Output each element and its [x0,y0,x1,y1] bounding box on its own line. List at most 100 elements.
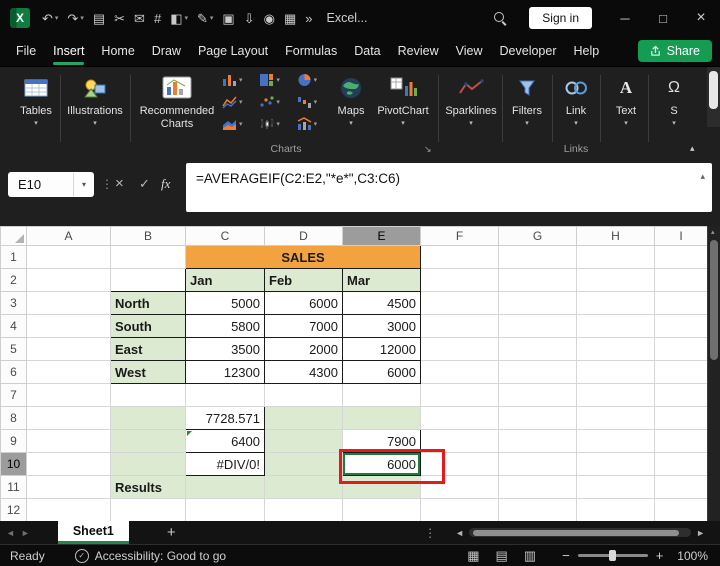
cell-H7[interactable] [576,383,655,407]
cell-A1[interactable] [26,245,111,269]
row-header-4[interactable]: 4 [0,314,27,338]
cell-B8[interactable] [110,406,186,430]
cell-C5[interactable]: 3500 [185,337,265,361]
cell-H11[interactable] [576,475,655,499]
pen-icon[interactable]: ✎ ▾ [197,12,213,25]
cell-D7[interactable] [264,383,343,407]
area-chart-button[interactable]: ▾ [222,117,253,131]
menu-tab-developer[interactable]: Developer [500,40,557,62]
cell-H4[interactable] [576,314,655,338]
cell-G11[interactable] [498,475,577,499]
column-header-A[interactable]: A [26,226,111,246]
formula-bar-dots-icon[interactable]: ⋮ [101,177,113,191]
cell-E3[interactable]: 4500 [342,291,421,315]
cell-B5[interactable]: East [110,337,186,361]
row-header-2[interactable]: 2 [0,268,27,292]
cell-F2[interactable] [420,268,499,292]
cell-I7[interactable] [654,383,708,407]
menu-tab-data[interactable]: Data [354,40,380,62]
cell-D10[interactable] [264,452,343,476]
collapse-ribbon-icon[interactable]: ▴ [690,143,695,154]
number-format-icon[interactable]: # [154,12,161,25]
cell-C3[interactable]: 5000 [185,291,265,315]
sheet-nav-right-icon[interactable]: ► [21,528,30,538]
cell-I6[interactable] [654,360,708,384]
menu-tab-help[interactable]: Help [574,40,600,62]
cell-E7[interactable] [342,383,421,407]
cell-B4[interactable]: South [110,314,186,338]
row-header-12[interactable]: 12 [0,498,27,521]
cell-I2[interactable] [654,268,708,292]
cell-C8[interactable]: 7728.571 [185,406,265,430]
cell-E10[interactable]: 6000 [342,452,421,476]
cell-I10[interactable] [654,452,708,476]
menu-tab-draw[interactable]: Draw [152,40,181,62]
cell-A10[interactable] [26,452,111,476]
cell-B10[interactable] [110,452,186,476]
cell-H3[interactable] [576,291,655,315]
cell-G8[interactable] [498,406,577,430]
menu-tab-page-layout[interactable]: Page Layout [198,40,268,62]
cell-D3[interactable]: 6000 [264,291,343,315]
cell-C11[interactable] [185,475,265,499]
cell-F7[interactable] [420,383,499,407]
cell-A12[interactable] [26,498,111,521]
column-header-E[interactable]: E [342,226,421,246]
add-sheet-button[interactable]: + [167,524,176,541]
name-box[interactable]: E10 ▾ [8,172,94,197]
cell-D8[interactable] [264,406,343,430]
page-layout-view-icon[interactable]: ▤ [496,548,508,564]
cell-I3[interactable] [654,291,708,315]
column-header-H[interactable]: H [576,226,655,246]
tabbar-dots-icon[interactable]: ⋮ [424,526,436,540]
cell-C9[interactable]: 6400 [185,429,265,453]
cell-I11[interactable] [654,475,708,499]
cell-F1[interactable] [420,245,499,269]
row-header-9[interactable]: 9 [0,429,27,453]
zoom-in-button[interactable]: + [656,548,664,563]
insert-function-button[interactable]: fx [161,176,170,192]
line-chart-button[interactable]: ▾ [222,95,253,109]
cell-H12[interactable] [576,498,655,521]
formula-bar-expand-icon[interactable]: ▴ [700,171,705,182]
combo-chart-button[interactable]: ▾ [297,117,328,131]
cell-F8[interactable] [420,406,499,430]
camera-icon[interactable]: ◉ [264,12,275,25]
cell-I1[interactable] [654,245,708,269]
copy-icon[interactable]: ▣ [222,12,234,25]
menu-tab-insert[interactable]: Insert [53,40,85,65]
column-chart-button[interactable]: ▾ [222,73,253,87]
cell-E9[interactable]: 7900 [342,429,421,453]
horizontal-scrollbar[interactable] [469,528,692,537]
accessibility-status[interactable]: Accessibility: Good to go [95,549,226,563]
cell-B12[interactable] [110,498,186,521]
scatter-chart-button[interactable]: ▾ [259,95,290,109]
cell-F3[interactable] [420,291,499,315]
normal-view-icon[interactable]: ▦ [467,548,479,564]
column-header-D[interactable]: D [264,226,343,246]
cell-C7[interactable] [185,383,265,407]
cell-C4[interactable]: 5800 [185,314,265,338]
more-commands-icon[interactable]: » [305,12,312,25]
column-header-F[interactable]: F [420,226,499,246]
undo-icon[interactable]: ↶ ▾ [42,12,58,25]
cell-A4[interactable] [26,314,111,338]
share-button[interactable]: Share [637,40,712,62]
cell-D6[interactable]: 4300 [264,360,343,384]
formula-input[interactable]: =AVERAGEIF(C2:E2,"*e*",C3:C6) ▴ [186,163,712,212]
scroll-up-icon[interactable]: ▴ [711,228,715,236]
cell-B7[interactable] [110,383,186,407]
minimize-button[interactable]: ─ [606,0,644,36]
cell-C2[interactable]: Jan [185,268,265,292]
cell-H6[interactable] [576,360,655,384]
cell-E4[interactable]: 3000 [342,314,421,338]
cell-I4[interactable] [654,314,708,338]
treemap-chart-button[interactable]: ▾ [259,73,290,87]
cell-A11[interactable] [26,475,111,499]
menu-tab-file[interactable]: File [16,40,36,62]
illustrations-button[interactable]: Illustrations ▾ [64,75,126,128]
cell-A2[interactable] [26,268,111,292]
maps-button[interactable]: Maps ▾ [330,75,372,128]
cell-A6[interactable] [26,360,111,384]
cell-G2[interactable] [498,268,577,292]
